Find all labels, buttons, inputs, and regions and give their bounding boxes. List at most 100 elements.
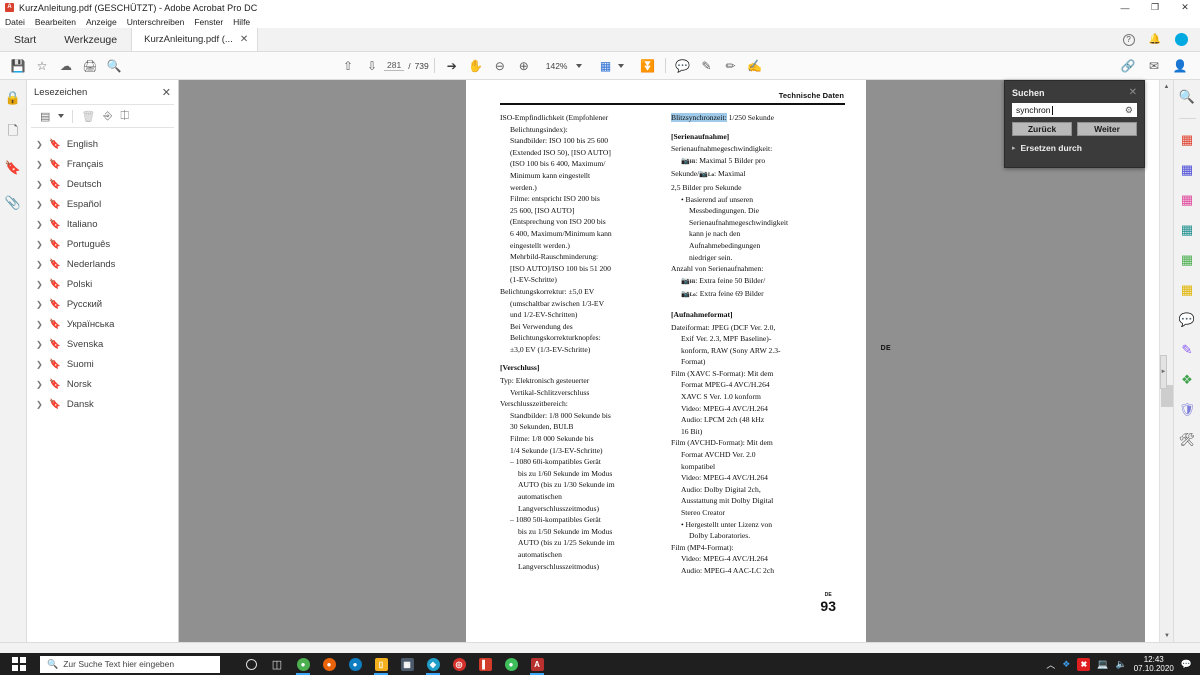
upload-cloud-icon[interactable]: ☁ xyxy=(54,55,78,77)
bookmark-item-nederlands[interactable]: ❯ 🔖 Nederlands xyxy=(27,254,178,274)
chevron-down-icon-options[interactable] xyxy=(58,114,64,118)
avira-icon[interactable]: ✖ xyxy=(1077,658,1090,671)
chevron-down-icon-fit[interactable] xyxy=(618,64,624,68)
network-icon[interactable]: 💻 xyxy=(1097,659,1108,670)
mail-icon[interactable]: ✉ xyxy=(1142,55,1166,77)
organize-pages-icon[interactable]: ▦ xyxy=(1177,250,1197,270)
gear-icon[interactable]: ⚙ xyxy=(1125,105,1133,116)
bookmark-item-dansk[interactable]: ❯ 🔖 Dansk xyxy=(27,394,178,414)
chevron-right-icon[interactable]: ❯ xyxy=(36,200,43,209)
page-current-input[interactable]: 281 xyxy=(384,60,404,71)
tab-document[interactable]: KurzAnleitung.pdf (... ✕ xyxy=(131,28,258,51)
add-user-icon[interactable]: 👤 xyxy=(1168,55,1192,77)
options-list-icon[interactable]: ▤ xyxy=(40,110,50,123)
bookmark-item-italiano[interactable]: ❯ 🔖 Italiano xyxy=(27,214,178,234)
set-destination-icon[interactable]: ⎅ xyxy=(120,110,129,123)
minimize-button[interactable]: — xyxy=(1110,0,1140,15)
print-icon[interactable]: 🖨 xyxy=(78,55,102,77)
chevron-right-icon[interactable]: ❯ xyxy=(36,280,43,289)
bookmark-item-svenska[interactable]: ❯ 🔖 Svenska xyxy=(27,334,178,354)
whatsapp-icon[interactable]: ● xyxy=(498,653,524,675)
chevron-right-icon[interactable]: ❯ xyxy=(36,400,43,409)
bookmark-item-english[interactable]: ❯ 🔖 English xyxy=(27,134,178,154)
close-icon[interactable]: ✕ xyxy=(162,86,171,99)
notifications-icon[interactable]: 💬 xyxy=(1181,659,1192,670)
create-pdf-icon[interactable]: ▦ xyxy=(1177,160,1197,180)
chevron-right-icon[interactable]: ❯ xyxy=(36,300,43,309)
attachments-icon[interactable]: 📎 xyxy=(3,193,23,213)
tab-home[interactable]: Start xyxy=(0,28,50,51)
bookmark-item-francais[interactable]: ❯ 🔖 Français xyxy=(27,154,178,174)
search-popup[interactable]: Suchen ✕ synchron ⚙ Zurück Weiter ▸ Erse… xyxy=(1004,80,1145,168)
thunderbird-icon[interactable]: ◆ xyxy=(420,653,446,675)
lock-icon[interactable]: 🔒 xyxy=(3,88,23,108)
scroll-mode-icon[interactable]: ⏬ xyxy=(636,55,660,77)
acrobat-taskbar-icon[interactable]: A xyxy=(524,653,550,675)
firefox-icon[interactable]: ● xyxy=(316,653,342,675)
search-next-button[interactable]: Weiter xyxy=(1077,122,1137,136)
document-viewport[interactable]: Technische Daten ISO-Empfindlichkeit (Em… xyxy=(179,80,1145,642)
strikeout-pen-icon[interactable]: ✏ xyxy=(719,55,743,77)
bookmarks-icon[interactable]: 🔖 xyxy=(3,158,23,178)
taskbar-search-input[interactable]: 🔍 Zur Suche Text hier eingeben xyxy=(40,656,220,673)
chevron-right-icon[interactable]: ❯ xyxy=(36,320,43,329)
bookmark-item-polski[interactable]: ❯ 🔖 Polski xyxy=(27,274,178,294)
help-icon[interactable]: ? xyxy=(1123,34,1135,46)
page-indicator[interactable]: 281 / 739 xyxy=(384,60,429,71)
bell-icon[interactable]: 🔔 xyxy=(1149,34,1161,45)
bookmark-item-suomi[interactable]: ❯ 🔖 Suomi xyxy=(27,354,178,374)
bookmark-item-norsk[interactable]: ❯ 🔖 Norsk xyxy=(27,374,178,394)
chevron-right-icon[interactable]: ❯ xyxy=(36,140,43,149)
menu-item-bearbeiten[interactable]: Bearbeiten xyxy=(35,17,76,27)
calculator-icon[interactable]: ▦ xyxy=(394,653,420,675)
protect-icon[interactable]: 🛡 xyxy=(1177,400,1197,420)
cursor-arrow-icon[interactable]: ➔ xyxy=(440,55,464,77)
menu-item-datei[interactable]: Datei xyxy=(5,17,25,27)
search-previous-button[interactable]: Zurück xyxy=(1012,122,1072,136)
zoom-level[interactable]: 142% xyxy=(546,61,568,71)
menu-item-fenster[interactable]: Fenster xyxy=(194,17,223,27)
send-for-signature-icon[interactable]: ✎ xyxy=(1177,340,1197,360)
menu-item-unterschreiben[interactable]: Unterschreiben xyxy=(127,17,185,27)
chevron-right-icon[interactable]: ❯ xyxy=(36,380,43,389)
chrome-icon[interactable]: ● xyxy=(290,653,316,675)
tray-expand-icon[interactable]: ︿ xyxy=(1046,658,1055,671)
chevron-right-icon[interactable]: ❯ xyxy=(36,340,43,349)
trash-icon[interactable]: 🗑 xyxy=(81,110,95,123)
highlight-pen-icon[interactable]: ✎ xyxy=(695,55,719,77)
export-pdf-icon[interactable]: ▦ xyxy=(1177,130,1197,150)
bookmark-item-ukrainska[interactable]: ❯ 🔖 Українська xyxy=(27,314,178,334)
bookmark-item-russkiy[interactable]: ❯ 🔖 Русский xyxy=(27,294,178,314)
close-icon[interactable]: ✕ xyxy=(1129,87,1137,98)
office-icon[interactable]: ▌ xyxy=(472,653,498,675)
fill-sign-icon[interactable]: ▦ xyxy=(1177,280,1197,300)
chevron-right-icon[interactable]: ❯ xyxy=(36,220,43,229)
avatar[interactable] xyxy=(1175,33,1188,46)
collapse-right-panel-handle[interactable]: ► xyxy=(1160,355,1167,389)
chevron-right-icon[interactable]: ❯ xyxy=(36,360,43,369)
edit-pdf-icon[interactable]: ▦ xyxy=(1177,190,1197,210)
more-tools-icon[interactable]: 🛠 xyxy=(1177,430,1197,450)
star-icon[interactable]: ☆ xyxy=(30,55,54,77)
close-icon[interactable]: ✕ xyxy=(240,34,248,45)
volume-icon[interactable]: 🔈 xyxy=(1116,659,1127,670)
chevron-right-icon[interactable]: ❯ xyxy=(36,260,43,269)
fit-page-icon[interactable]: ▦ xyxy=(594,55,618,77)
windows-start-icon[interactable] xyxy=(0,653,38,675)
chevron-right-icon[interactable]: ❯ xyxy=(36,160,43,169)
chevron-right-icon[interactable]: ❯ xyxy=(36,180,43,189)
menu-item-anzeige[interactable]: Anzeige xyxy=(86,17,117,27)
previous-page-icon[interactable]: ⇧ xyxy=(336,55,360,77)
search-tool-icon[interactable]: 🔍 xyxy=(1177,87,1197,107)
save-icon[interactable]: 💾 xyxy=(6,55,30,77)
file-explorer-icon[interactable]: ▯ xyxy=(368,653,394,675)
tab-tools[interactable]: Werkzeuge xyxy=(50,28,131,51)
scroll-up-arrow-icon[interactable]: ▲ xyxy=(1160,80,1173,93)
combine-files-icon[interactable]: ▦ xyxy=(1177,220,1197,240)
maximize-button[interactable]: ❐ xyxy=(1140,0,1170,15)
menu-item-hilfe[interactable]: Hilfe xyxy=(233,17,250,27)
new-bookmark-icon[interactable]: ⎆ xyxy=(103,110,112,123)
hand-icon[interactable]: ✋ xyxy=(464,55,488,77)
replace-section-toggle[interactable]: ▸ Ersetzen durch xyxy=(1012,143,1137,153)
zoom-in-icon[interactable]: ⊕ xyxy=(512,55,536,77)
